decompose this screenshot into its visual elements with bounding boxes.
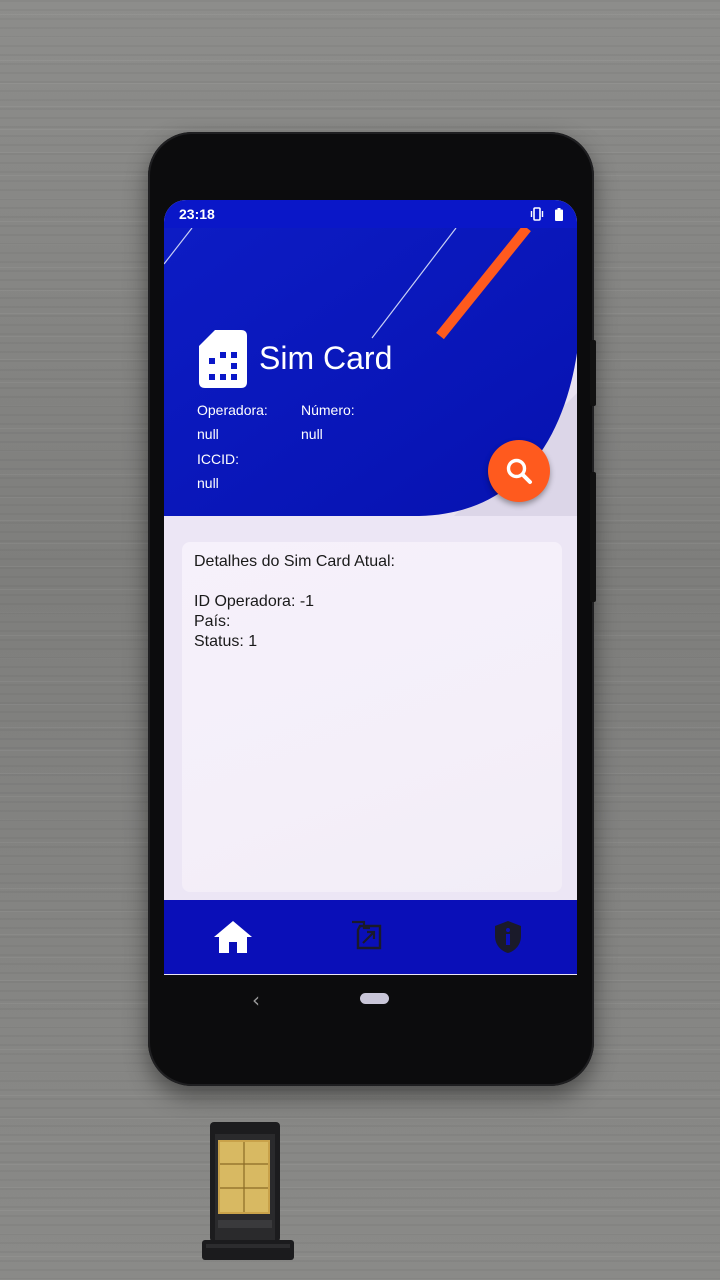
details-pais: País: xyxy=(194,613,231,630)
power-button xyxy=(590,472,596,602)
details-id-operadora: ID Operadora: -1 xyxy=(194,593,315,610)
sim-card-header: Sim Card Operadora: Número: null null IC… xyxy=(164,228,577,516)
sim-details-card: Detalhes do Sim Card Atual: ID Operadora… xyxy=(182,542,562,892)
battery-icon xyxy=(555,207,563,221)
phone-screen: 23:18 Sim Card Operadora: Número: null n… xyxy=(164,200,577,975)
volume-button xyxy=(590,340,596,406)
status-bar: 23:18 xyxy=(164,200,577,228)
header-title: Sim Card xyxy=(259,340,393,376)
sim-tray-image xyxy=(202,1122,294,1260)
nav-info[interactable] xyxy=(478,907,538,967)
system-home-button[interactable] xyxy=(360,993,389,1004)
search-icon xyxy=(506,458,532,484)
shield-info-icon xyxy=(495,921,522,953)
bottom-navigation xyxy=(164,900,577,974)
status-time: 23:18 xyxy=(179,206,215,222)
nav-sim-swap[interactable] xyxy=(340,907,400,967)
search-button[interactable] xyxy=(488,440,550,502)
operadora-value: null xyxy=(197,426,219,442)
numero-value: null xyxy=(301,426,323,442)
details-title: Detalhes do Sim Card Atual: xyxy=(194,553,395,570)
home-icon xyxy=(213,921,252,953)
nav-home[interactable] xyxy=(203,907,263,967)
iccid-value: null xyxy=(197,475,219,491)
iccid-label: ICCID: xyxy=(197,451,239,467)
details-spacer xyxy=(194,572,550,592)
sim-card-icon xyxy=(199,330,247,388)
details-status: Status: 1 xyxy=(194,633,258,650)
numero-label: Número: xyxy=(301,402,355,418)
vibrate-icon xyxy=(529,207,545,221)
operadora-label: Operadora: xyxy=(197,402,268,418)
system-back-button[interactable]: ‹ xyxy=(252,988,260,1012)
sim-swap-icon xyxy=(352,920,382,950)
